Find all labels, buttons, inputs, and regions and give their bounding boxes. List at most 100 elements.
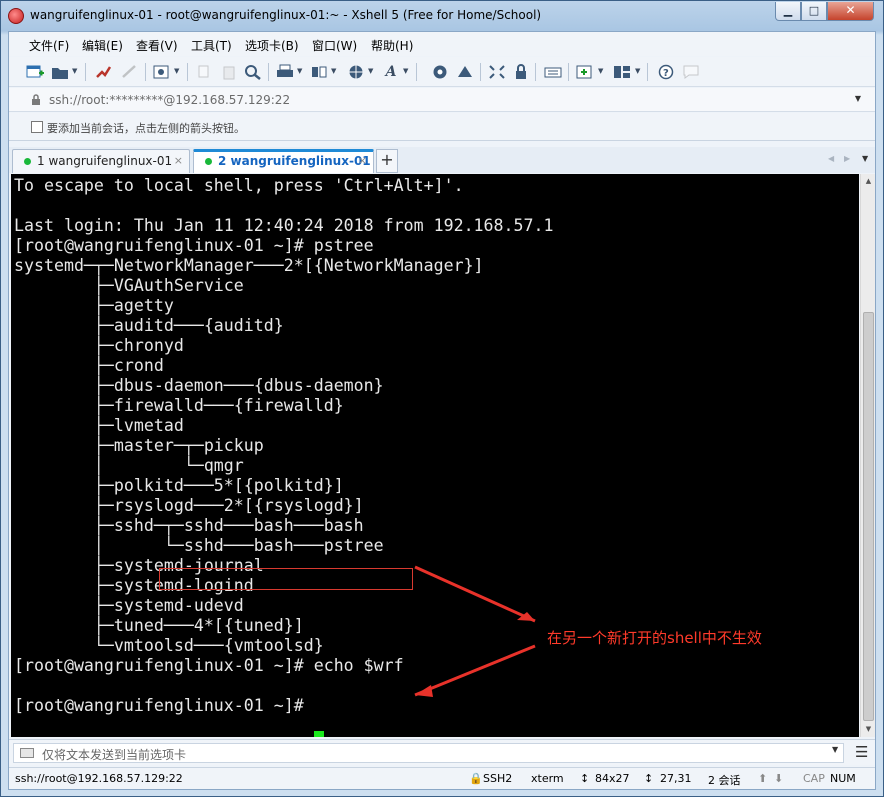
- new-tab-dropdown-icon[interactable]: ▼: [598, 67, 603, 75]
- toolbar-separator: [568, 63, 569, 81]
- terminal-scrollbar[interactable]: ▲ ▼: [860, 174, 875, 737]
- address-bar[interactable]: ssh://root:*********@192.168.57.129:22 ▼: [9, 88, 875, 112]
- menu-tabs[interactable]: 选项卡(B): [245, 37, 299, 54]
- transfer-icon[interactable]: [309, 62, 329, 82]
- layout-dropdown-icon[interactable]: ▼: [635, 67, 640, 75]
- compose-input[interactable]: 仅将文本发送到当前选项卡: [13, 743, 844, 763]
- tab-close-icon[interactable]: ×: [358, 154, 367, 167]
- toolbar-separator: [268, 63, 269, 81]
- menu-bar: 文件(F) 编辑(E) 查看(V) 工具(T) 选项卡(B) 窗口(W) 帮助(…: [9, 32, 875, 56]
- close-button[interactable]: ✕: [827, 2, 874, 21]
- menu-edit[interactable]: 编辑(E): [82, 37, 123, 54]
- address-text[interactable]: ssh://root:*********@192.168.57.129:22: [49, 93, 290, 107]
- globe-dropdown-icon[interactable]: ▼: [368, 67, 373, 75]
- status-terminal-type: xterm: [531, 772, 564, 785]
- address-dropdown-icon[interactable]: ▼: [855, 94, 861, 103]
- toolbar-separator: [647, 63, 648, 81]
- svg-text:?: ?: [663, 68, 669, 79]
- menu-file[interactable]: 文件(F): [29, 37, 69, 54]
- fullscreen-icon[interactable]: [487, 62, 507, 82]
- properties-dropdown-icon[interactable]: ▼: [174, 67, 179, 75]
- toolbar-separator: [85, 63, 86, 81]
- status-num-lock: NUM: [830, 772, 856, 785]
- copy-icon[interactable]: [195, 62, 215, 82]
- lock-icon: [32, 94, 40, 105]
- connected-status-icon: [205, 158, 212, 165]
- highlight-box: [159, 568, 413, 590]
- xftp-icon[interactable]: [430, 62, 450, 82]
- menu-window[interactable]: 窗口(W): [312, 37, 357, 54]
- tab-scroll-right-icon[interactable]: ▶: [844, 154, 850, 163]
- paste-icon[interactable]: [219, 62, 239, 82]
- keyboard-icon[interactable]: [543, 62, 563, 82]
- hint-text: 要添加当前会话，点击左侧的箭头按钮。: [47, 122, 245, 135]
- font-icon[interactable]: A: [381, 62, 401, 82]
- help-icon[interactable]: ?: [656, 62, 676, 82]
- status-caps-lock: CAP: [803, 772, 825, 785]
- scroll-up-icon[interactable]: ▲: [861, 174, 876, 189]
- transfer-dropdown-icon[interactable]: ▼: [331, 67, 336, 75]
- connected-status-icon: [24, 158, 31, 165]
- print-icon[interactable]: [275, 62, 295, 82]
- status-cursor-position: 27,31: [660, 772, 692, 785]
- tab-session-2[interactable]: 2 wangruifenglinux-01 ×: [193, 149, 374, 173]
- tab-session-1[interactable]: 1 wangruifenglinux-01 ×: [12, 149, 190, 173]
- add-session-arrow-icon[interactable]: [31, 121, 43, 133]
- hint-bar: 要添加当前会话，点击左侧的箭头按钮。: [9, 113, 875, 141]
- tab-list-dropdown-icon[interactable]: ▼: [862, 154, 868, 163]
- new-tab-button[interactable]: +: [376, 149, 398, 173]
- compose-menu-icon[interactable]: ☰: [855, 743, 868, 761]
- scrollbar-thumb[interactable]: [863, 312, 874, 721]
- toolbar-separator: [480, 63, 481, 81]
- tab-label: 1 wangruifenglinux-01: [37, 154, 173, 168]
- terminal-cursor: [314, 731, 324, 737]
- disconnect-icon[interactable]: [119, 62, 139, 82]
- font-dropdown-icon[interactable]: ▼: [403, 67, 408, 75]
- status-terminal-size: 84x27: [595, 772, 630, 785]
- status-lock-icon: 🔒: [469, 772, 483, 785]
- tab-bar: 1 wangruifenglinux-01 × 2 wangruifenglin…: [9, 147, 875, 173]
- size-icon: ↕: [580, 772, 590, 785]
- chat-icon[interactable]: [681, 62, 701, 82]
- menu-view[interactable]: 查看(V): [136, 37, 178, 54]
- new-tab-icon[interactable]: [575, 62, 595, 82]
- open-folder-icon[interactable]: [50, 62, 70, 82]
- print-dropdown-icon[interactable]: ▼: [297, 67, 302, 75]
- toolbar-separator: [535, 63, 536, 81]
- globe-icon[interactable]: [346, 62, 366, 82]
- compose-bar: 仅将文本发送到当前选项卡 ▼ ☰: [9, 739, 875, 765]
- compose-dropdown-icon[interactable]: ▼: [832, 745, 838, 754]
- lock-screen-icon[interactable]: [511, 62, 531, 82]
- maximize-button[interactable]: □: [801, 2, 827, 21]
- xshell-window: wangruifenglinux-01 - root@wangruifengli…: [0, 0, 884, 797]
- cursor-pos-icon: ↕: [644, 772, 654, 785]
- annotation-arrows: [414, 565, 536, 697]
- scroll-down-icon[interactable]: ▼: [861, 722, 876, 737]
- minimize-button[interactable]: ▁: [775, 2, 801, 21]
- annotation-text: 在另一个新打开的shell中不生效: [547, 629, 762, 647]
- session-down-icon[interactable]: ⬇: [774, 772, 783, 785]
- toolbar-separator: [145, 63, 146, 81]
- keyboard-send-icon: [20, 748, 34, 758]
- menu-tools[interactable]: 工具(T): [191, 37, 232, 54]
- session-up-icon[interactable]: ⬆: [758, 772, 767, 785]
- compose-placeholder: 仅将文本发送到当前选项卡: [42, 748, 187, 762]
- open-dropdown-icon[interactable]: ▼: [72, 67, 77, 75]
- status-protocol: SSH2: [483, 772, 513, 785]
- toolbar-separator: [416, 63, 417, 81]
- status-connection: ssh://root@192.168.57.129:22: [15, 772, 183, 785]
- layout-icon[interactable]: [612, 62, 632, 82]
- tab-close-icon[interactable]: ×: [174, 154, 183, 167]
- properties-icon[interactable]: [152, 62, 172, 82]
- title-bar[interactable]: wangruifenglinux-01 - root@wangruifengli…: [1, 1, 883, 31]
- xagent-icon[interactable]: [455, 62, 475, 82]
- tab-label: 2 wangruifenglinux-01: [218, 154, 371, 168]
- toolbar-separator: [187, 63, 188, 81]
- terminal-area[interactable]: [root@wangruifenglinux-01 ~]# [root@wang…: [11, 174, 859, 737]
- reconnect-icon[interactable]: [93, 62, 113, 82]
- tab-scroll-left-icon[interactable]: ◀: [828, 154, 834, 163]
- status-bar: ssh://root@192.168.57.129:22 🔒 SSH2 xter…: [9, 767, 875, 789]
- new-session-icon[interactable]: [25, 62, 45, 82]
- find-icon[interactable]: [243, 62, 263, 82]
- menu-help[interactable]: 帮助(H): [371, 37, 413, 54]
